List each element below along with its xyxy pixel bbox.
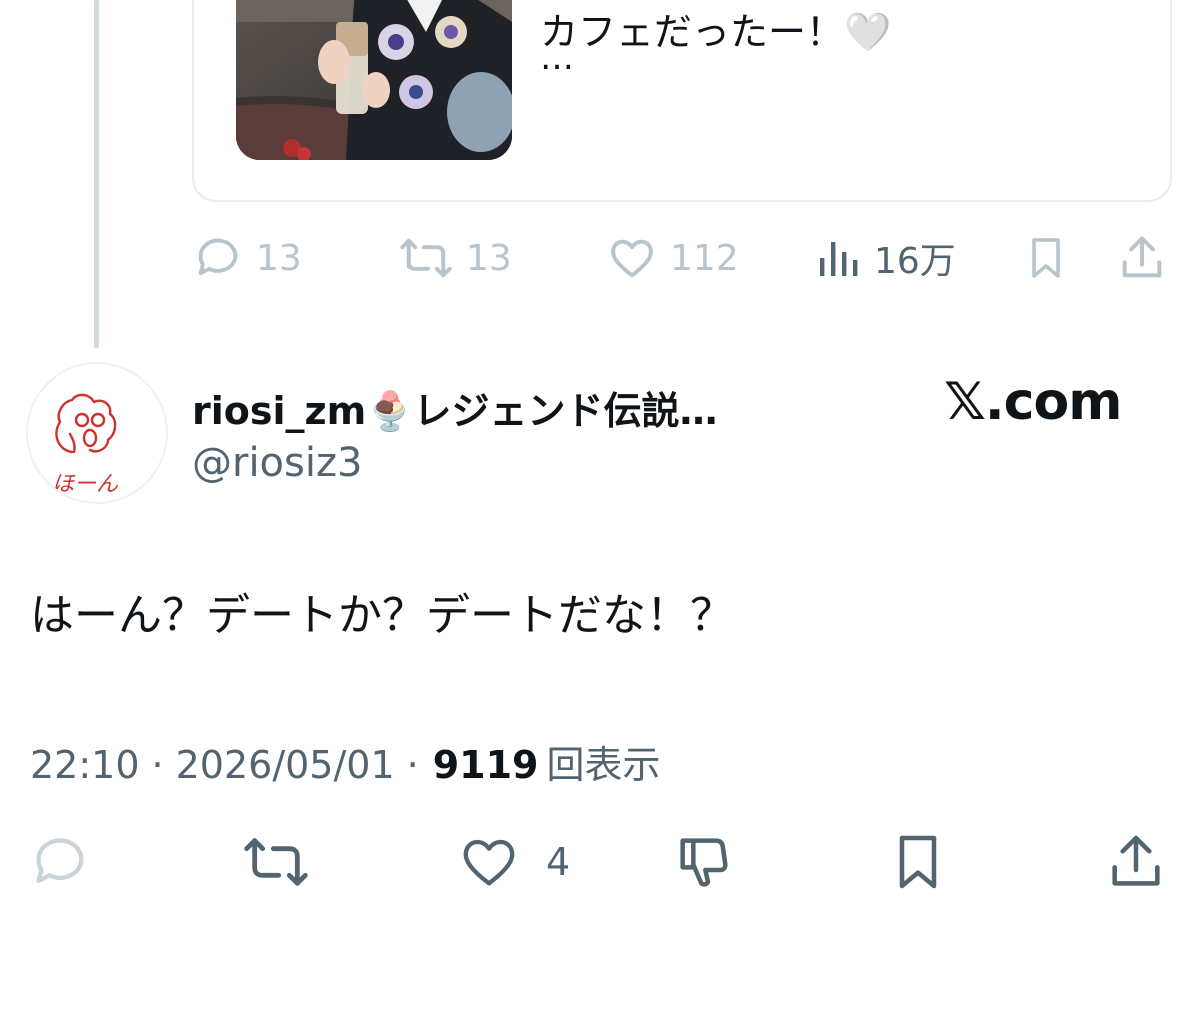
- like-count: 4: [546, 840, 571, 884]
- share-icon: [1116, 232, 1168, 284]
- thumbs-down-icon: [672, 830, 736, 894]
- quoted-tweet-action-bar: 13 13 112 16万: [192, 226, 1182, 290]
- quoted-views-button[interactable]: 16万: [814, 226, 956, 290]
- bookmark-icon: [886, 830, 950, 894]
- bookmark-button[interactable]: [886, 826, 950, 898]
- quoted-reply-button[interactable]: 13: [192, 226, 302, 290]
- reply-button[interactable]: [28, 826, 92, 898]
- view-count-label: 回表示: [546, 743, 661, 787]
- tweet-action-bar: 4: [0, 826, 1200, 898]
- meta-separator: ·: [406, 743, 419, 787]
- quoted-reply-count: 13: [256, 237, 302, 279]
- tweet-date[interactable]: 2026/05/01: [176, 743, 395, 787]
- heart-icon: [456, 830, 522, 894]
- reply-icon: [192, 232, 244, 284]
- retweet-button[interactable]: [240, 826, 312, 898]
- quoted-bookmark-button[interactable]: [1022, 226, 1070, 290]
- author-display-name[interactable]: riosi_zm🍨レジェンド伝説…: [192, 380, 718, 435]
- share-button[interactable]: [1104, 826, 1168, 898]
- tweet-time[interactable]: 22:10: [30, 743, 140, 787]
- meta-separator: ·: [151, 743, 164, 787]
- quoted-tweet-photo[interactable]: [236, 0, 512, 160]
- tweet-text: はーん？デートか？デートだな！？: [30, 590, 734, 641]
- reply-icon: [28, 830, 92, 894]
- quoted-retweet-button[interactable]: 13: [398, 226, 512, 290]
- quoted-tweet-text: カフェだったー！🤍: [540, 10, 892, 54]
- bookmark-icon: [1022, 232, 1070, 284]
- analytics-bar-icon: [814, 232, 862, 284]
- x-logo-watermark: 𝕏.com: [944, 372, 1122, 432]
- quoted-like-count: 112: [670, 237, 739, 279]
- quoted-tweet-card[interactable]: カフェだったー！🤍 …: [192, 0, 1172, 202]
- quoted-tweet-ellipsis: …: [540, 38, 576, 78]
- avatar-caption: ほーん: [52, 472, 119, 497]
- heart-icon: [606, 232, 658, 284]
- avatar[interactable]: ほーん: [26, 362, 168, 504]
- like-button[interactable]: 4: [456, 826, 570, 898]
- quoted-share-button[interactable]: [1116, 226, 1168, 290]
- quoted-retweet-count: 13: [466, 237, 512, 279]
- tweet-metadata: 22:10 · 2026/05/01 · 9119 回表示: [30, 734, 661, 789]
- downvote-button[interactable]: [672, 826, 736, 898]
- quoted-views-count: 16万: [874, 241, 956, 282]
- retweet-icon: [398, 232, 454, 284]
- quoted-like-button[interactable]: 112: [606, 226, 739, 290]
- thread-connector-line: [94, 0, 99, 348]
- view-count[interactable]: 9119: [433, 743, 539, 787]
- retweet-icon: [240, 830, 312, 894]
- author-handle[interactable]: @riosiz3: [192, 440, 362, 486]
- share-icon: [1104, 830, 1168, 894]
